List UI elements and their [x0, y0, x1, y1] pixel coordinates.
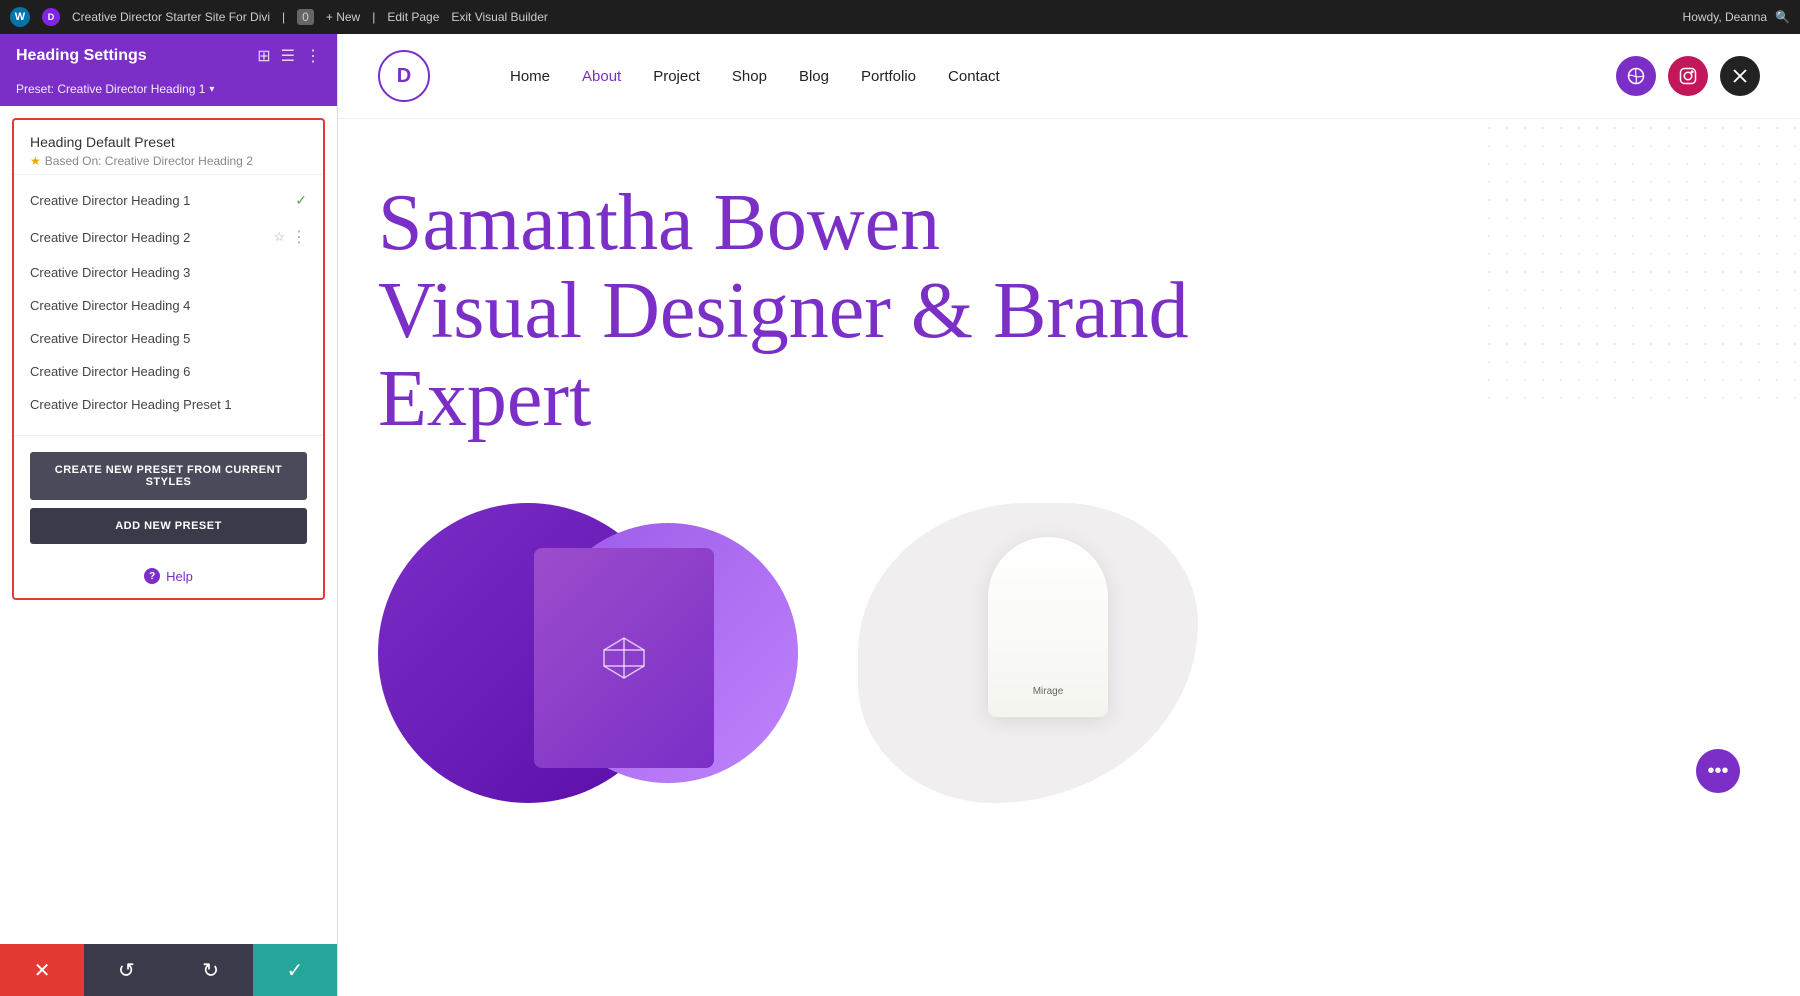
wp-logo-icon[interactable]: W	[10, 7, 30, 27]
dribbble-button[interactable]	[1616, 56, 1656, 96]
new-button[interactable]: + New	[326, 10, 360, 24]
candle-image: Mirage	[988, 537, 1108, 717]
hero-title-line1: Samantha Bowen	[378, 179, 940, 267]
nav-portfolio[interactable]: Portfolio	[861, 68, 916, 85]
instagram-icon	[1679, 67, 1697, 85]
product-image-1	[378, 503, 798, 813]
preset-default-name: Heading Default Preset	[30, 134, 307, 150]
add-preset-button[interactable]: ADD NEW PRESET	[30, 508, 307, 544]
comment-bubble[interactable]: 0	[297, 9, 314, 25]
candle-label: Mirage	[1033, 686, 1064, 697]
sidebar-header-icons: ⊞ ☰ ⋮	[257, 46, 321, 66]
fab-icon: •••	[1707, 760, 1728, 783]
products-section: Mirage	[338, 503, 1800, 813]
instagram-button[interactable]	[1668, 56, 1708, 96]
preset-item-4[interactable]: Creative Director Heading 4	[14, 289, 323, 322]
redo-button[interactable]: ↻	[169, 944, 253, 996]
hero-title-line2: Visual Designer & Brand	[378, 267, 1189, 355]
nav-project[interactable]: Project	[653, 68, 700, 85]
fab-button[interactable]: •••	[1696, 749, 1740, 793]
preset-divider	[14, 435, 323, 436]
edit-page-link[interactable]: Edit Page	[387, 10, 439, 24]
dribbble-icon	[1627, 67, 1645, 85]
preset-item-6[interactable]: Creative Director Heading 6	[14, 355, 323, 388]
star-icon-2: ☆	[273, 229, 285, 245]
nav-links: Home About Project Shop Blog Portfolio C…	[510, 68, 1000, 85]
cancel-icon: ✕	[34, 958, 51, 983]
search-icon[interactable]: 🔍	[1775, 10, 1790, 24]
dots-icon-2[interactable]: ⋮	[291, 227, 307, 247]
hero-title: Samantha Bowen Visual Designer & Brand E…	[378, 179, 1278, 443]
help-label: Help	[166, 569, 193, 584]
hero-dots-decoration	[1480, 119, 1800, 399]
undo-button[interactable]: ↺	[84, 944, 168, 996]
content-area: D Home About Project Shop Blog Portfolio…	[338, 34, 1800, 996]
site-logo[interactable]: D	[378, 50, 430, 102]
preset-item-5-label: Creative Director Heading 5	[30, 331, 190, 346]
ellipsis-icon[interactable]: ⋮	[305, 46, 321, 66]
exit-builder-link[interactable]: Exit Visual Builder	[451, 10, 548, 24]
preset-item-7-label: Creative Director Heading Preset 1	[30, 397, 232, 412]
preset-actions: CREATE NEW PRESET FROM CURRENT STYLES AD…	[14, 442, 323, 558]
hero-title-line3: Expert	[378, 355, 591, 443]
logo-letter: D	[397, 65, 411, 88]
preset-item-5[interactable]: Creative Director Heading 5	[14, 322, 323, 355]
package-icon	[599, 633, 649, 683]
twitter-x-icon	[1731, 67, 1749, 85]
sidebar-panel: Heading Settings ⊞ ☰ ⋮ Preset: Creative …	[0, 34, 338, 996]
nav-social	[1616, 56, 1760, 96]
preset-item-2[interactable]: Creative Director Heading 2 ☆ ⋮	[14, 218, 323, 256]
admin-bar: W D Creative Director Starter Site For D…	[0, 0, 1800, 34]
twitter-x-button[interactable]	[1720, 56, 1760, 96]
nav-home[interactable]: Home	[510, 68, 550, 85]
preset-item-3[interactable]: Creative Director Heading 3	[14, 256, 323, 289]
preset-item-1[interactable]: Creative Director Heading 1 ✓	[14, 183, 323, 218]
nav-blog[interactable]: Blog	[799, 68, 829, 85]
save-button[interactable]: ✓	[253, 944, 337, 996]
nav-about[interactable]: About	[582, 68, 621, 85]
product-image-2: Mirage	[858, 503, 1238, 813]
help-icon: ?	[144, 568, 160, 584]
star-icon: ★	[30, 154, 41, 168]
preset-item-1-label: Creative Director Heading 1	[30, 193, 190, 208]
preset-label-bar[interactable]: Preset: Creative Director Heading 1 ▾	[0, 78, 337, 106]
undo-icon: ↺	[118, 958, 135, 983]
preset-item-3-label: Creative Director Heading 3	[30, 265, 190, 280]
preset-caret-icon: ▾	[209, 84, 214, 95]
cancel-button[interactable]: ✕	[0, 944, 84, 996]
resize-icon[interactable]: ⊞	[257, 46, 270, 66]
package-image	[534, 548, 714, 768]
preset-based-on: ★ Based On: Creative Director Heading 2	[30, 154, 307, 168]
preset-list: Creative Director Heading 1 ✓ Creative D…	[14, 175, 323, 429]
preset-item-4-label: Creative Director Heading 4	[30, 298, 190, 313]
divi-badge-icon[interactable]: D	[42, 8, 60, 26]
howdy-text: Howdy, Deanna	[1683, 10, 1768, 24]
save-icon: ✓	[286, 958, 303, 983]
check-icon-1: ✓	[295, 192, 307, 209]
nav-shop[interactable]: Shop	[732, 68, 767, 85]
preset-item-2-label: Creative Director Heading 2	[30, 230, 190, 245]
preset-based-on-text: Based On: Creative Director Heading 2	[45, 154, 253, 168]
preset-item-7[interactable]: Creative Director Heading Preset 1	[14, 388, 323, 421]
redo-icon: ↻	[202, 958, 219, 983]
create-preset-button[interactable]: CREATE NEW PRESET FROM CURRENT STYLES	[30, 452, 307, 500]
preset-item-6-label: Creative Director Heading 6	[30, 364, 190, 379]
preset-header-item: Heading Default Preset ★ Based On: Creat…	[14, 120, 323, 175]
sidebar-toolbar: ✕ ↺ ↻ ✓	[0, 944, 337, 996]
site-name-link[interactable]: Creative Director Starter Site For Divi	[72, 10, 270, 24]
site-nav: D Home About Project Shop Blog Portfolio…	[338, 34, 1800, 119]
hero-section: Samantha Bowen Visual Designer & Brand E…	[338, 119, 1800, 483]
help-section[interactable]: ? Help	[14, 558, 323, 598]
nav-contact[interactable]: Contact	[948, 68, 1000, 85]
sidebar-header: Heading Settings ⊞ ☰ ⋮	[0, 34, 337, 78]
preset-label-text: Preset: Creative Director Heading 1	[16, 82, 205, 96]
presets-panel: Heading Default Preset ★ Based On: Creat…	[12, 118, 325, 600]
columns-icon[interactable]: ☰	[281, 46, 295, 66]
sidebar-title: Heading Settings	[16, 47, 147, 65]
